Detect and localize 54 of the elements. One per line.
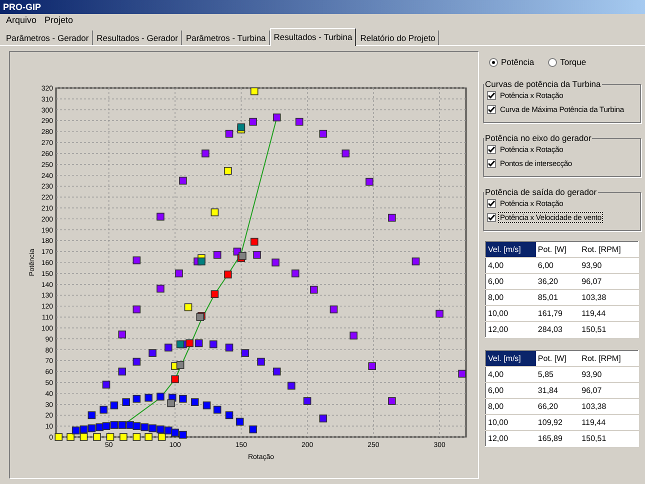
checkbox[interactable] [487, 213, 496, 222]
table-cell: 12,00 [486, 322, 536, 338]
table-cell: 31,84 [536, 382, 580, 398]
radio-icon[interactable] [489, 58, 498, 66]
tab[interactable]: Resultados - Turbina [270, 28, 356, 46]
table-cell: 119,44 [580, 414, 638, 430]
table-cell: 161,79 [536, 306, 580, 322]
checkbox[interactable] [487, 199, 496, 208]
menu-item[interactable]: Arquivo [6, 15, 37, 26]
column-header[interactable]: Pot. [W] [536, 242, 580, 258]
table-cell: 150,51 [580, 322, 638, 338]
column-header[interactable]: Vel. [m/s] [486, 350, 536, 366]
checkbox[interactable] [487, 105, 496, 114]
checkbox[interactable] [487, 159, 496, 168]
column-header[interactable]: Vel. [m/s] [486, 242, 536, 258]
checkbox[interactable] [487, 145, 496, 154]
table-cell: 8,00 [486, 398, 536, 414]
checkbox[interactable] [487, 91, 496, 100]
table-cell: 96,07 [580, 274, 638, 290]
table-cell: 36,20 [536, 274, 580, 290]
group-title: Potência de saída do gerador [484, 187, 598, 197]
menu-item[interactable]: Projeto [44, 15, 74, 26]
table-cell: 93,90 [580, 258, 638, 274]
table-cell: 103,38 [580, 398, 638, 414]
table-cell: 66,20 [536, 398, 580, 414]
table-cell: 284,03 [536, 322, 580, 338]
table-cell: 150,51 [580, 430, 638, 446]
table-cell: 6,00 [486, 382, 536, 398]
table-cell: 85,01 [536, 290, 580, 306]
group-title: Curvas de potência da Turbina [484, 79, 602, 89]
table-cell: 10,00 [486, 414, 536, 430]
table-cell: 6,00 [486, 274, 536, 290]
table-cell: 4,00 [486, 366, 536, 382]
radio-option[interactable]: Torque [548, 57, 586, 67]
tab[interactable]: Resultados - Gerador [92, 30, 182, 45]
table-cell: 165,89 [536, 430, 580, 446]
group-title: Potência no eixo do gerador [484, 133, 592, 143]
table-cell: 6,00 [536, 258, 580, 274]
table-cell: 5,85 [536, 366, 580, 382]
table-cell: 8,00 [486, 290, 536, 306]
table-cell: 93,90 [580, 366, 638, 382]
table-cell: 103,38 [580, 290, 638, 306]
table-cell: 12,00 [486, 430, 536, 446]
table-cell: 109,92 [536, 414, 580, 430]
table-cell: 96,07 [580, 382, 638, 398]
radio-option[interactable]: Potência [489, 57, 534, 67]
column-header[interactable]: Rot. [RPM] [580, 350, 638, 366]
column-header[interactable]: Rot. [RPM] [580, 242, 638, 258]
table-cell: 4,00 [486, 258, 536, 274]
column-header[interactable]: Pot. [W] [536, 350, 580, 366]
table-cell: 10,00 [486, 306, 536, 322]
radio-icon[interactable] [548, 58, 558, 66]
table-cell: 119,44 [580, 306, 638, 322]
window-title: PRO-GIP [0, 0, 645, 14]
